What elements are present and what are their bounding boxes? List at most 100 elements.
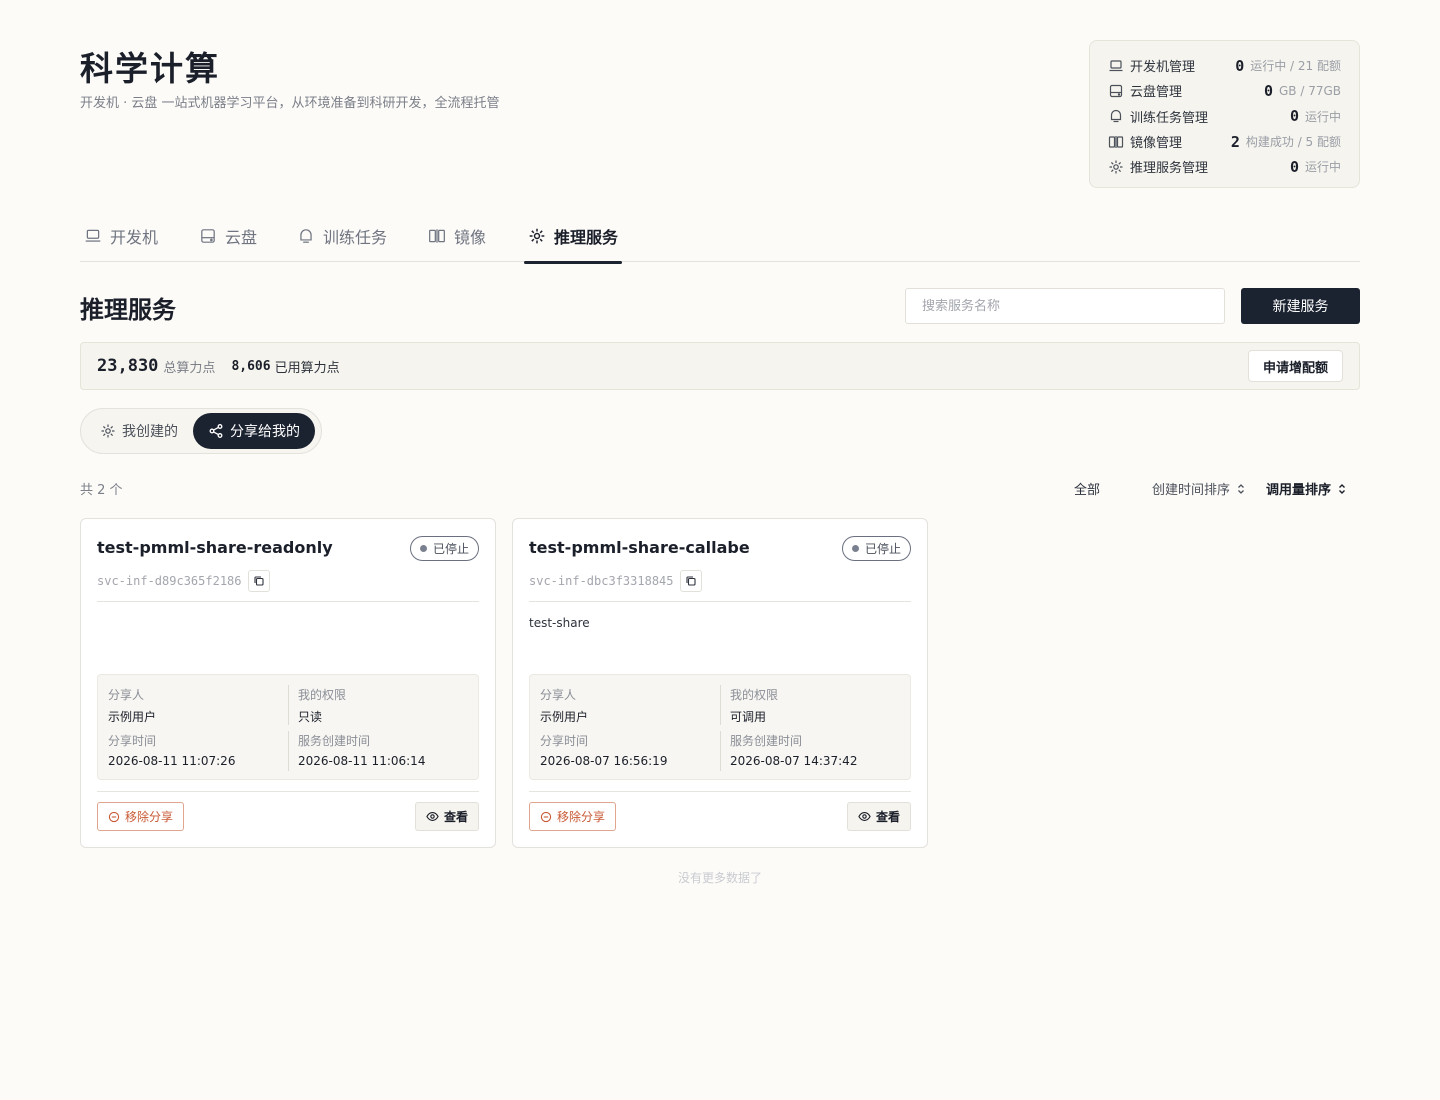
no-more-data: 没有更多数据了 <box>677 871 762 885</box>
copy-icon[interactable] <box>247 570 270 592</box>
share-time-cell: 分享时间 2026-08-07 16:56:19 <box>540 732 720 768</box>
summary-unit: 运行中 <box>1304 109 1341 124</box>
chevron-updown-icon <box>1235 483 1247 495</box>
view-button[interactable]: 查看 <box>846 802 911 831</box>
segment-mine[interactable]: 我创建的 <box>85 413 193 449</box>
total-points-label: 总算力点 <box>163 360 216 376</box>
main-tabs: 开发机 云盘 训练任务 镜像 推理服务 <box>80 210 1360 264</box>
created-time-cell: 服务创建时间 2026-08-07 14:37:42 <box>730 732 910 768</box>
inference-icon <box>528 227 546 245</box>
segment-label: 分享给我的 <box>230 424 300 440</box>
new-service-button[interactable]: 新建服务 <box>1241 288 1360 324</box>
used-points-value: 8,606 <box>231 358 271 374</box>
sort-label: 创建时间排序 <box>1152 483 1231 498</box>
status-badge: 已停止 <box>841 536 911 561</box>
created-time-value: 2026-08-11 11:06:14 <box>298 754 426 768</box>
image-icon <box>1108 134 1124 150</box>
summary-label: 镜像管理 <box>1130 136 1183 152</box>
status-badge: 已停止 <box>409 536 479 561</box>
sort-label: 调用量排序 <box>1266 483 1332 498</box>
sharer-cell: 分享人 示例用户 <box>540 686 720 725</box>
status-label: 已停止 <box>432 542 469 556</box>
permission-label: 我的权限 <box>730 688 779 702</box>
tab-label: 开发机 <box>110 228 159 247</box>
created-time-label: 服务创建时间 <box>298 734 371 748</box>
view-button[interactable]: 查看 <box>414 802 479 831</box>
disk-icon <box>1108 83 1124 99</box>
remove-share-button[interactable]: 移除分享 <box>529 802 617 831</box>
service-id-text: svc-inf-dbc3f3318845 <box>529 574 674 588</box>
created-time-value: 2026-08-07 14:37:42 <box>730 754 858 768</box>
training-icon <box>1108 108 1124 124</box>
tab-training[interactable]: 训练任务 <box>297 210 387 262</box>
summary-row-inference[interactable]: 推理服务管理 0 运行中 <box>1108 154 1341 179</box>
used-points-label: 已用算力点 <box>274 360 340 376</box>
apply-quota-button[interactable]: 申请增配额 <box>1247 350 1343 382</box>
summary-unit: 构建成功 / 5 配额 <box>1245 135 1341 150</box>
divider <box>97 791 479 792</box>
permission-cell: 我的权限 可调用 <box>730 686 910 725</box>
summary-value: 0 <box>1263 81 1273 100</box>
permission-value: 只读 <box>298 710 323 724</box>
tab-label: 推理服务 <box>554 228 619 247</box>
inference-icon <box>1108 159 1124 175</box>
share-time-value: 2026-08-07 16:56:19 <box>540 754 668 768</box>
permission-label: 我的权限 <box>298 688 347 702</box>
summary-value: 0 <box>1289 157 1299 176</box>
segment-label: 我创建的 <box>122 424 178 440</box>
summary-label: 云盘管理 <box>1130 85 1183 101</box>
tab-label: 云盘 <box>225 228 258 247</box>
divider <box>529 791 911 792</box>
tab-label: 镜像 <box>454 228 487 247</box>
created-time-label: 服务创建时间 <box>730 734 803 748</box>
quota-bar: 23,830 总算力点 8,606 已用算力点 申请增配额 <box>80 342 1360 390</box>
sort-by-created[interactable]: 创建时间排序 <box>1152 479 1247 498</box>
meta-divider <box>720 685 721 725</box>
tab-disk[interactable]: 云盘 <box>199 210 257 262</box>
tab-label: 训练任务 <box>323 228 388 247</box>
share-time-label: 分享时间 <box>540 734 589 748</box>
divider <box>97 601 479 602</box>
remove-share-button[interactable]: 移除分享 <box>97 802 185 831</box>
sort-by-calls[interactable]: 调用量排序 <box>1266 479 1348 498</box>
segment-shared[interactable]: 分享给我的 <box>193 413 315 449</box>
summary-label: 训练任务管理 <box>1130 110 1209 126</box>
permission-value: 可调用 <box>730 710 767 724</box>
filter-all[interactable]: 全部 <box>1074 479 1100 498</box>
summary-row-disk[interactable]: 云盘管理 0 GB / 77GB <box>1108 78 1341 103</box>
summary-value: 0 <box>1235 56 1245 75</box>
copy-icon[interactable] <box>679 570 702 592</box>
summary-row-training[interactable]: 训练任务管理 0 运行中 <box>1108 104 1341 129</box>
service-name: test-pmml-share-readonly <box>97 538 333 557</box>
resource-summary-panel: 开发机管理 0 运行中 / 21 配额 云盘管理 0 GB / 77GB 训练任… <box>1089 40 1360 188</box>
share-meta-panel: 分享人 示例用户 我的权限 可调用 分享时间 2026-08-07 16:56:… <box>529 674 911 780</box>
page-subtitle: 开发机 · 云盘 一站式机器学习平台，从环境准备到科研开发，全流程托管 <box>80 96 500 111</box>
summary-value: 0 <box>1289 107 1299 126</box>
service-card[interactable]: test-pmml-share-readonly 已停止 svc-inf-d89… <box>80 518 496 848</box>
training-icon <box>297 227 315 245</box>
service-card[interactable]: test-pmml-share-callabe 已停止 svc-inf-dbc3… <box>512 518 928 848</box>
meta-divider <box>288 685 289 725</box>
tab-image[interactable]: 镜像 <box>428 210 486 262</box>
disk-icon <box>199 227 217 245</box>
view-label: 查看 <box>443 810 468 824</box>
share-meta-panel: 分享人 示例用户 我的权限 只读 分享时间 2026-08-11 11:07:2… <box>97 674 479 780</box>
share-time-value: 2026-08-11 11:07:26 <box>108 754 236 768</box>
meta-divider <box>288 731 289 771</box>
sharer-label: 分享人 <box>108 688 145 702</box>
section-title: 推理服务 <box>80 295 176 324</box>
sharer-cell: 分享人 示例用户 <box>108 686 288 725</box>
laptop-icon <box>1108 58 1124 74</box>
created-time-cell: 服务创建时间 2026-08-11 11:06:14 <box>298 732 478 768</box>
summary-row-devmachine[interactable]: 开发机管理 0 运行中 / 21 配额 <box>1108 53 1341 78</box>
tab-inference[interactable]: 推理服务 <box>523 210 623 264</box>
summary-unit: 运行中 <box>1304 160 1341 175</box>
tab-devmachine[interactable]: 开发机 <box>84 210 158 262</box>
summary-row-image[interactable]: 镜像管理 2 构建成功 / 5 配额 <box>1108 129 1341 154</box>
sharer-value: 示例用户 <box>108 710 157 724</box>
view-label: 查看 <box>875 810 900 824</box>
status-dot-icon <box>851 545 859 552</box>
image-icon <box>428 227 446 245</box>
status-dot-icon <box>419 545 427 552</box>
search-input[interactable] <box>905 288 1225 324</box>
